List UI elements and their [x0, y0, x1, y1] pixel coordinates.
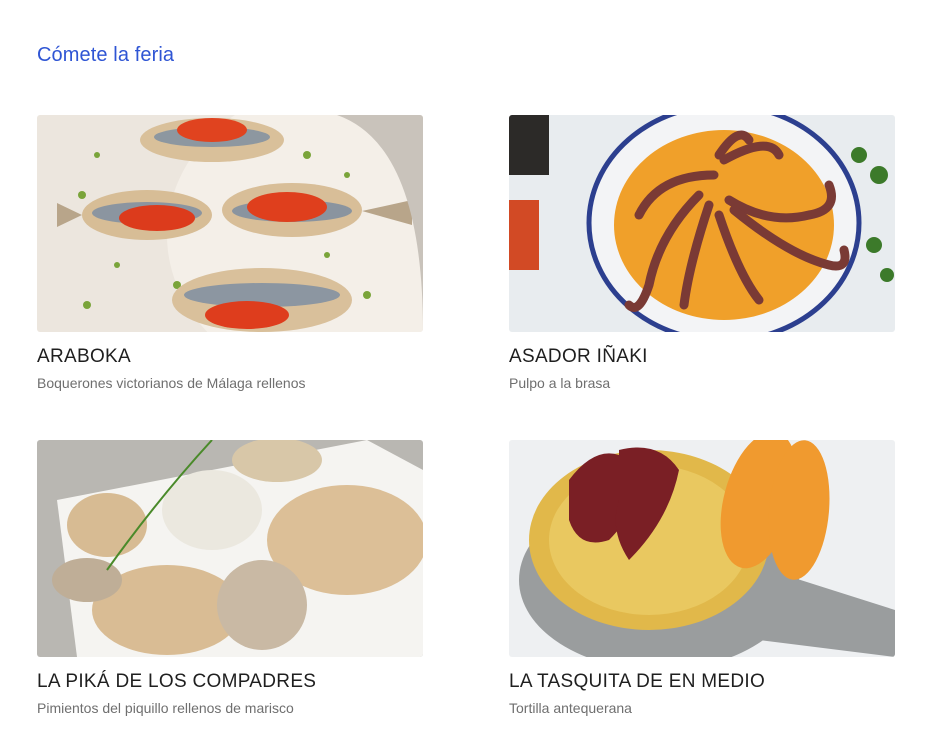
restaurant-name[interactable]: ASADOR IÑAKI	[509, 346, 895, 368]
dish-description: Boquerones victorianos de Málaga relleno…	[37, 375, 306, 391]
restaurant-card-araboka[interactable]: ARABOKA Boquerones victorianos de Málaga…	[37, 115, 423, 392]
dish-description: Pulpo a la brasa	[509, 375, 611, 391]
restaurant-name[interactable]: ARABOKA	[37, 346, 423, 368]
dish-image[interactable]	[37, 440, 423, 657]
dish-image[interactable]	[37, 115, 423, 332]
section-title: Cómete la feria	[37, 44, 175, 66]
dish-image[interactable]	[509, 115, 895, 332]
dish-description: Tortilla antequerana	[509, 700, 632, 716]
restaurant-card-asador-inaki[interactable]: ASADOR IÑAKI Pulpo a la brasa	[509, 115, 895, 392]
restaurant-card-la-pika-de-los-compadres[interactable]: LA PIKÁ DE LOS COMPADRES Pimientos del p…	[37, 440, 423, 717]
restaurant-name[interactable]: LA TASQUITA DE EN MEDIO	[509, 671, 895, 693]
restaurant-card-la-tasquita-de-en-medio[interactable]: LA TASQUITA DE EN MEDIO Tortilla anteque…	[509, 440, 895, 717]
restaurant-name[interactable]: LA PIKÁ DE LOS COMPADRES	[37, 671, 423, 693]
dish-description: Pimientos del piquillo rellenos de maris…	[37, 700, 294, 716]
dish-image[interactable]	[509, 440, 895, 657]
